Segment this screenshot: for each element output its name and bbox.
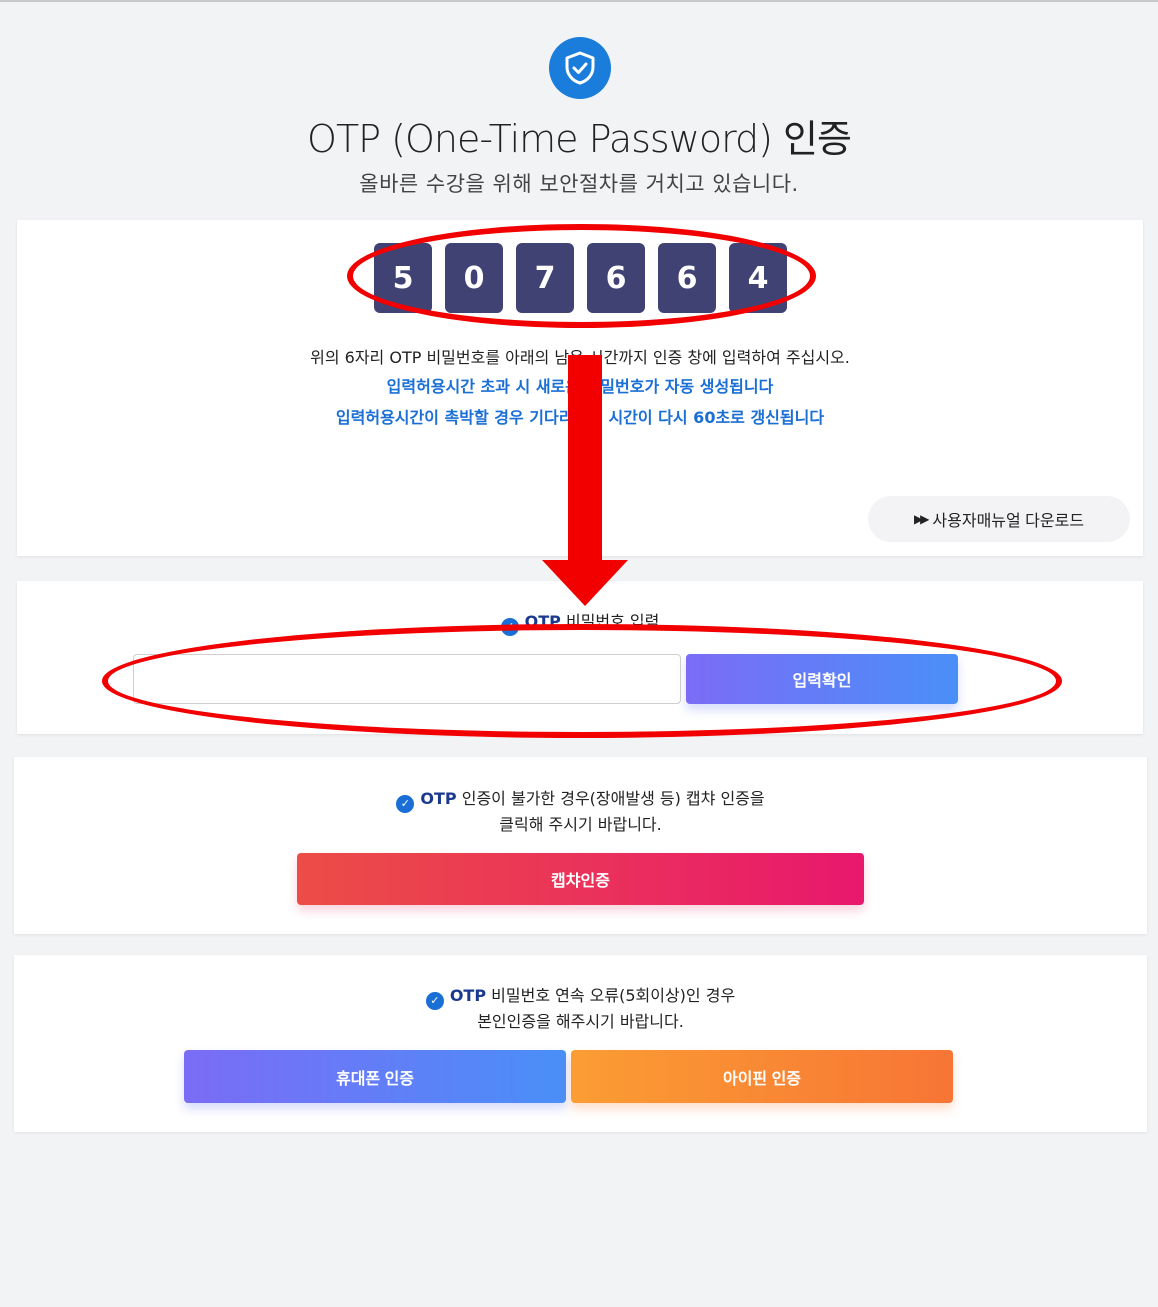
identity-notice-line1: ✓ OTP 비밀번호 연속 오류(5회이상)인 경우 — [14, 983, 1147, 1010]
otp-digit: 6 — [587, 243, 645, 313]
page-title: OTP (One-Time Password) 인증 — [307, 117, 852, 161]
shield-check-icon — [549, 37, 611, 99]
manual-download-button[interactable]: ▶▶ 사용자매뉴얼 다운로드 — [868, 496, 1130, 542]
confirm-button[interactable]: 입력확인 — [686, 654, 958, 704]
captcha-button[interactable]: 캡챠인증 — [297, 853, 864, 905]
otp-notice-regenerate: 입력허용시간 초과 시 새로운 비밀번호가 자동 생성됩니다 — [386, 377, 774, 396]
otp-code-panel: 5 0 7 6 6 4 위의 6자리 OTP 비밀번호를 아래의 남은 시간까지… — [17, 220, 1143, 556]
ipin-verification-button[interactable]: 아이핀 인증 — [571, 1050, 953, 1103]
otp-digit: 7 — [516, 243, 574, 313]
otp-digit: 5 — [374, 243, 432, 313]
otp-instruction: 위의 6자리 OTP 비밀번호를 아래의 남은 시간까지 인증 창에 입력하여 … — [310, 348, 850, 367]
page-subtitle: 올바른 수강을 위해 보안절차를 거치고 있습니다. — [359, 172, 799, 196]
otp-input-label: ✓ OTP 비밀번호 입력 — [17, 609, 1143, 636]
otp-digit: 0 — [445, 243, 503, 313]
top-divider — [0, 0, 1158, 2]
identity-notice-line2: 본인인증을 해주시기 바랍니다. — [477, 1012, 684, 1031]
captcha-notice-line2: 클릭해 주시기 바랍니다. — [499, 815, 662, 834]
check-circle-icon: ✓ — [425, 992, 444, 1010]
otp-notice-refresh: 입력허용시간이 촉박할 경우 기다리시면 시간이 다시 60초로 갱신됩니다 — [335, 408, 825, 427]
double-arrow-icon: ▶▶ — [913, 512, 930, 526]
otp-password-input[interactable] — [133, 654, 681, 704]
check-circle-icon: ✓ — [500, 618, 519, 636]
otp-digit: 6 — [658, 243, 716, 313]
identity-verification-panel: ✓ OTP 비밀번호 연속 오류(5회이상)인 경우 본인인증을 해주시기 바랍니… — [14, 955, 1147, 1132]
phone-verification-button[interactable]: 휴대폰 인증 — [184, 1050, 566, 1103]
otp-digits: 5 0 7 6 6 4 — [374, 243, 787, 313]
check-circle-icon: ✓ — [396, 795, 415, 813]
otp-input-panel: ✓ OTP 비밀번호 입력 입력확인 — [17, 581, 1143, 734]
manual-download-label: 사용자매뉴얼 다운로드 — [932, 513, 1085, 530]
captcha-notice-line1: ✓ OTP 인증이 불가한 경우(장애발생 등) 캡챠 인증을 — [14, 786, 1147, 813]
otp-digit: 4 — [729, 243, 787, 313]
captcha-panel: ✓ OTP 인증이 불가한 경우(장애발생 등) 캡챠 인증을 클릭해 주시기 바… — [14, 757, 1147, 934]
